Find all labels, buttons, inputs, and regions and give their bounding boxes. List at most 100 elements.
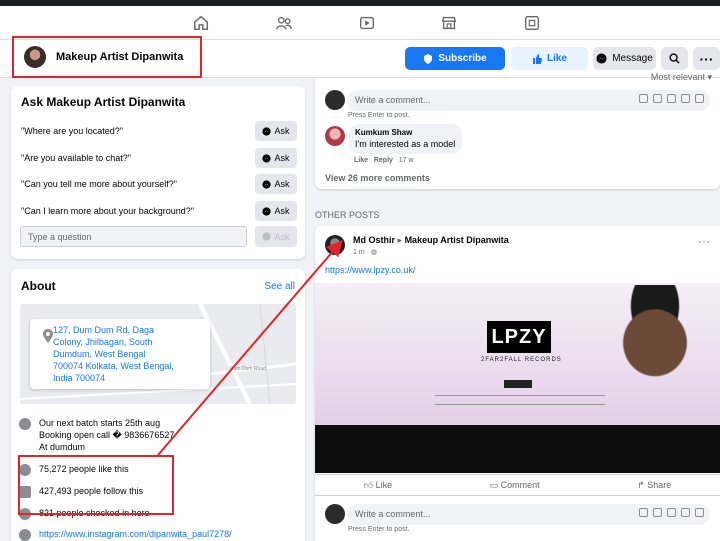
shield-icon <box>424 53 433 64</box>
post-author-avatar[interactable] <box>325 235 345 255</box>
ask-question-text: "Can I learn more about your background?… <box>21 206 194 216</box>
ask-question-row: "Can you tell me more about yourself?" A… <box>21 174 297 194</box>
message-label: Message <box>612 53 653 64</box>
user-avatar <box>325 504 345 524</box>
gif-icon[interactable] <box>681 94 690 103</box>
like-page-button[interactable]: Like <box>511 47 588 70</box>
messenger-icon <box>262 232 272 241</box>
ask-question-input[interactable]: Type a question <box>20 226 247 247</box>
comment-sort-dropdown[interactable]: Most relevant ▾ <box>651 72 712 83</box>
comments-card: Most relevant ▾ Write a comment... Press… <box>315 72 720 189</box>
person-photo <box>600 285 710 390</box>
image-dark-band <box>315 425 720 473</box>
camera-icon[interactable] <box>667 94 676 103</box>
comment-sort-label: Most relevant <box>650 72 705 82</box>
comment-like-link[interactable]: Like <box>354 157 368 164</box>
post-action-bar: 👍︎ Like ▭ Comment ↱ Share <box>315 474 720 496</box>
ask-button[interactable]: Ask <box>255 121 297 141</box>
marketplace-icon[interactable] <box>440 14 458 32</box>
friends-icon[interactable] <box>275 14 293 32</box>
subscribe-button[interactable]: Subscribe <box>405 47 505 70</box>
image-text-lines <box>435 395 605 405</box>
post-time[interactable]: 1 m <box>353 249 365 256</box>
message-button[interactable]: Message <box>593 47 656 70</box>
comment-author[interactable]: Kumkum Shaw <box>355 128 456 137</box>
sticker-face-icon[interactable] <box>695 508 704 517</box>
gif-icon[interactable] <box>681 508 690 517</box>
post-card: Md Osthir ▸ Makeup Artist Dipanwita 1 m … <box>315 226 720 541</box>
globe-icon: ◍ <box>370 249 378 256</box>
view-more-comments-link[interactable]: View 26 more comments <box>325 173 430 183</box>
ask-button-label: Ask <box>274 206 290 216</box>
location-pin-icon <box>43 329 53 343</box>
description-line: Booking open call � 9836676527 <box>39 430 175 440</box>
sticker-icon[interactable] <box>639 94 648 103</box>
post-share-button[interactable]: ↱ Share <box>637 480 671 491</box>
camera-icon[interactable] <box>667 508 676 517</box>
comment-reply-link[interactable]: Reply <box>374 157 393 164</box>
emoji-icon[interactable] <box>653 508 662 517</box>
ask-submit-button[interactable]: Ask <box>255 226 297 247</box>
post-comment-button[interactable]: ▭ Comment <box>490 480 540 491</box>
post-comment-placeholder: Write a comment... <box>355 509 431 519</box>
gaming-icon[interactable] <box>523 14 541 32</box>
globe-icon <box>19 529 31 541</box>
likes-follows-highlight <box>18 455 174 515</box>
post-image[interactable]: LPZY 2FAR2FALL RECORDS <box>315 283 720 473</box>
post-meta: 1 m · ◍ <box>353 249 378 256</box>
search-button[interactable] <box>661 47 688 70</box>
lpzy-logo: LPZY <box>487 321 551 353</box>
press-enter-hint: Press Enter to post. <box>348 112 410 119</box>
sticker-face-icon[interactable] <box>695 94 704 103</box>
description-line: At dumdum <box>39 442 86 452</box>
see-all-link[interactable]: See all <box>264 281 295 292</box>
ask-question-row: "Can I learn more about your background?… <box>21 201 297 221</box>
comment-tools <box>639 508 704 517</box>
comment-input[interactable]: Write a comment... <box>347 90 710 111</box>
press-enter-hint: Press Enter to post. <box>348 526 410 533</box>
ask-question-text: "Where are you located?" <box>21 126 123 136</box>
emoji-icon[interactable] <box>653 94 662 103</box>
ask-question-row: "Where are you located?" Ask <box>21 121 297 141</box>
post-target-page[interactable]: Makeup Artist Dipanwita <box>405 235 509 245</box>
post-link[interactable]: https://www.lpzy.co.uk/ <box>325 265 415 275</box>
comment-text: I'm interested as a model <box>355 139 456 149</box>
page-name[interactable]: Makeup Artist Dipanwita <box>56 51 183 63</box>
share-icon: ↱ <box>637 479 645 490</box>
address-line: 700074 Kolkata, West Bengal, <box>53 361 174 371</box>
address-link[interactable]: 127, Dum Dum Rd, Daga Colony, Jhilbagan,… <box>53 324 203 384</box>
ask-button[interactable]: Ask <box>255 201 297 221</box>
ask-button[interactable]: Ask <box>255 174 297 194</box>
info-icon <box>19 418 31 430</box>
ask-button-label: Ask <box>274 126 290 136</box>
messenger-icon <box>262 206 272 216</box>
page-header-bar: Makeup Artist Dipanwita Subscribe Like M… <box>0 36 720 78</box>
post-like-button[interactable]: 👍︎ Like <box>364 480 392 491</box>
search-icon <box>669 53 680 64</box>
post-share-label: Share <box>647 479 672 490</box>
messenger-icon <box>262 153 272 163</box>
chevron-down-icon: ▾ <box>707 72 712 82</box>
address-line: 127, Dum Dum Rd, Daga <box>53 325 155 335</box>
user-avatar <box>325 90 345 110</box>
home-icon[interactable] <box>192 14 210 32</box>
messenger-icon <box>262 179 272 189</box>
page-avatar[interactable] <box>24 46 46 68</box>
lpzy-subtitle: 2FAR2FALL RECORDS <box>481 357 562 363</box>
comment-icon: ▭ <box>489 479 499 490</box>
more-options-button[interactable]: ··· <box>693 47 720 70</box>
watch-icon[interactable] <box>358 14 376 32</box>
commenter-avatar[interactable] <box>325 126 345 146</box>
comment-bubble: Kumkum Shaw I'm interested as a model <box>349 124 462 154</box>
page-identity-highlight[interactable]: Makeup Artist Dipanwita <box>12 36 202 78</box>
messenger-icon <box>596 53 607 64</box>
comment-actions: Like Reply 17 w <box>354 157 414 164</box>
thumbs-up-icon: 👍︎ <box>363 479 374 490</box>
post-options-icon[interactable]: ··· <box>698 234 710 248</box>
instagram-link[interactable]: https://www.instagram.com/dipanwita_paul… <box>39 528 232 540</box>
ask-submit-label: Ask <box>274 231 290 242</box>
ask-button[interactable]: Ask <box>255 148 297 168</box>
post-comment-input[interactable]: Write a comment... <box>347 504 710 525</box>
post-author-name[interactable]: Md Osthir <box>353 235 395 245</box>
sticker-icon[interactable] <box>639 508 648 517</box>
